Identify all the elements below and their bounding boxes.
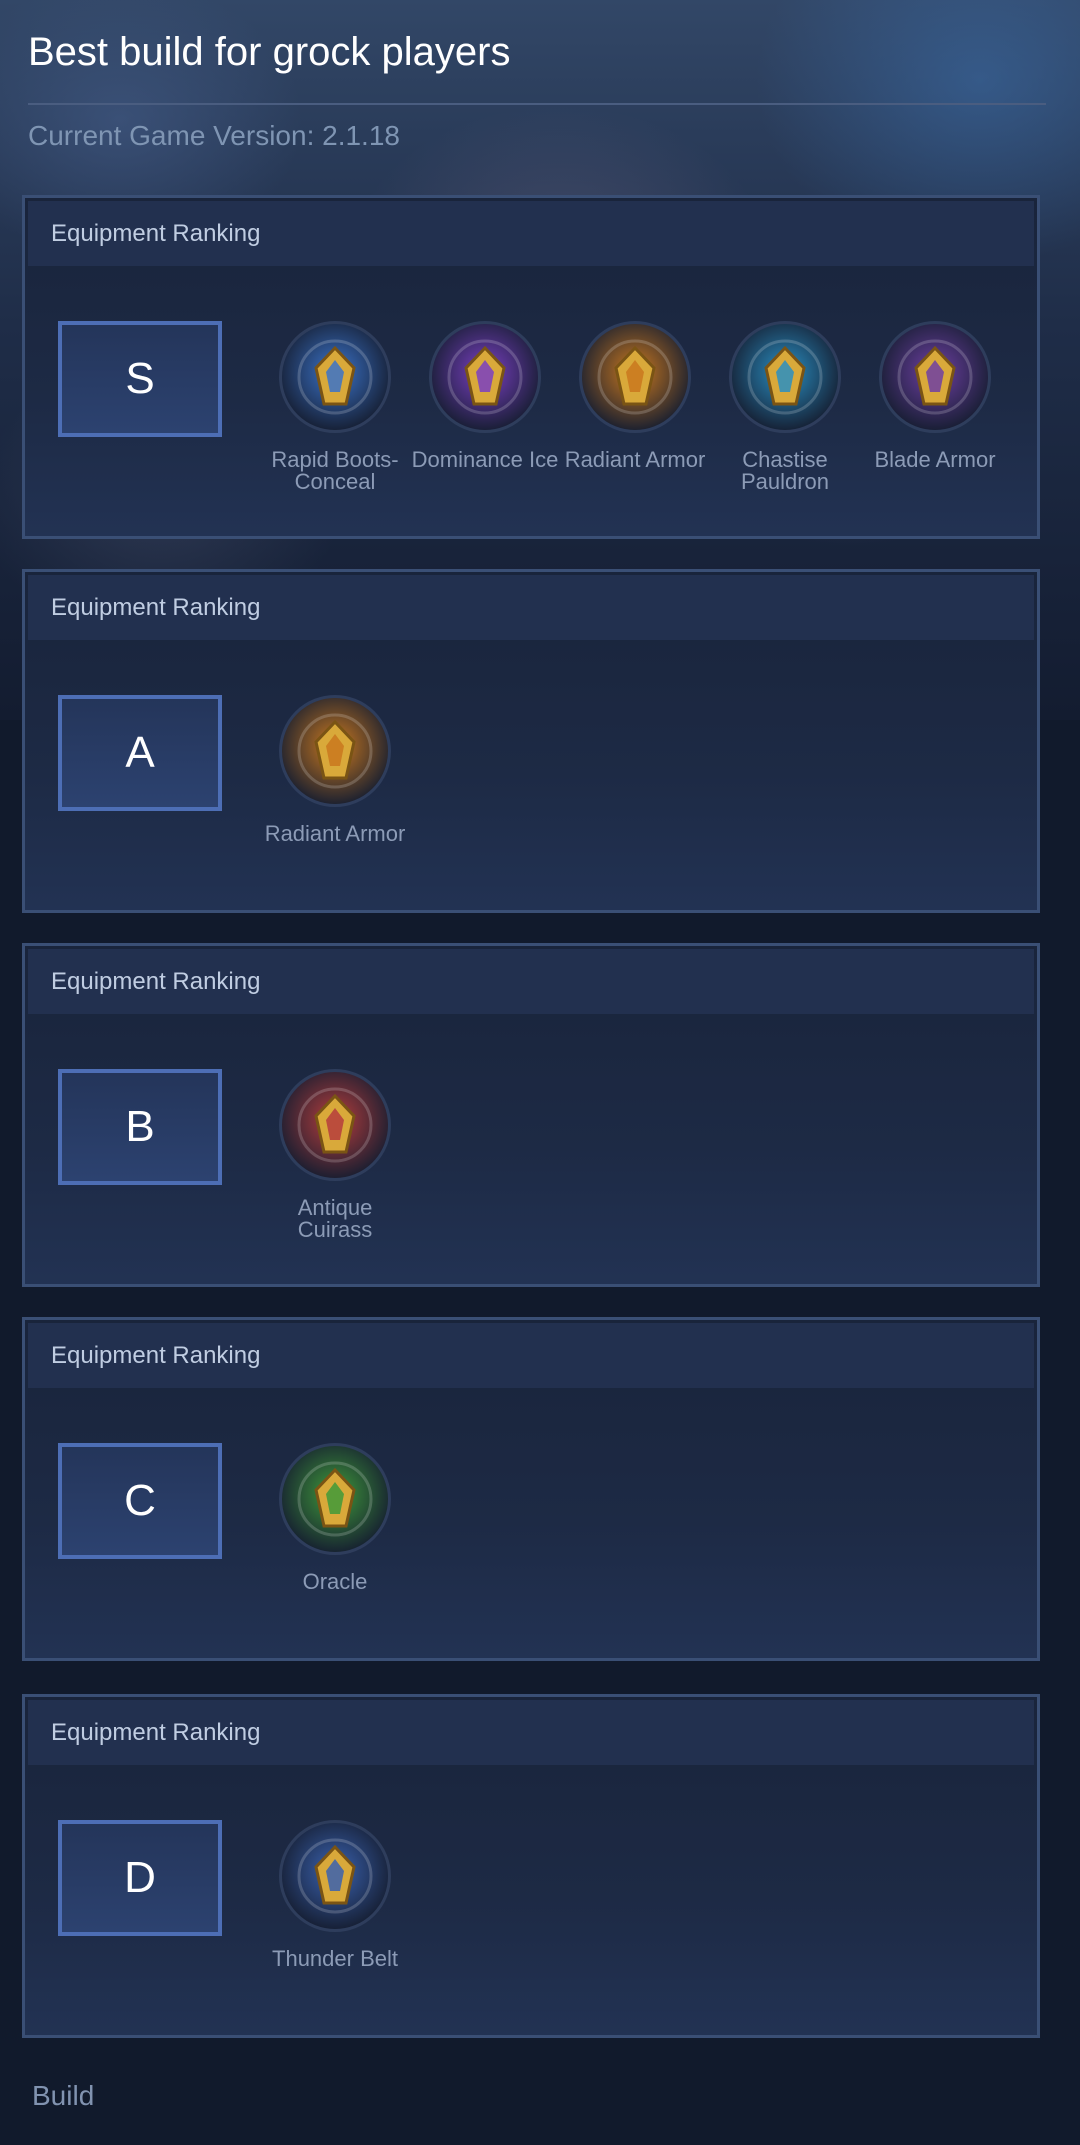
card-header: Equipment Ranking (28, 201, 1034, 266)
equipment-item[interactable]: Radiant Armor (260, 695, 410, 895)
blade-armor-icon[interactable] (879, 321, 991, 433)
tier-badge: S (58, 321, 222, 437)
equipment-item[interactable]: Rapid Boots-Conceal (260, 321, 410, 521)
chastise-pauldron-icon[interactable] (729, 321, 841, 433)
antique-cuirass-icon[interactable] (279, 1069, 391, 1181)
tier-badge: D (58, 1820, 222, 1936)
build-section-label[interactable]: Build (32, 2076, 94, 2116)
equipment-item[interactable]: Dominance Ice (410, 321, 560, 521)
equipment-item[interactable]: Chastise Pauldron (710, 321, 860, 521)
card-header: Equipment Ranking (28, 1700, 1034, 1765)
oracle-icon[interactable] (279, 1443, 391, 1555)
item-name: Oracle (302, 1569, 368, 1594)
item-name: Dominance Ice (411, 447, 559, 472)
item-list: Rapid Boots-Conceal Dominance Ice Radiant … (260, 321, 1010, 521)
item-name: Radiant Armor (264, 821, 406, 846)
equipment-item[interactable]: Radiant Armor (560, 321, 710, 521)
tier-card-s: Equipment Ranking S Rapid Boots-Conceal D… (22, 195, 1040, 539)
item-list: Antique Cuirass (260, 1069, 410, 1269)
tier-card-a: Equipment Ranking A Radiant Armor (22, 569, 1040, 913)
item-name: Radiant Armor (564, 447, 706, 472)
tier-badge: A (58, 695, 222, 811)
page-header: Best build for grock players (28, 24, 1046, 80)
tier-badge: C (58, 1443, 222, 1559)
card-header: Equipment Ranking (28, 949, 1034, 1014)
card-header: Equipment Ranking (28, 1323, 1034, 1388)
tier-card-c: Equipment Ranking C Oracle (22, 1317, 1040, 1661)
item-name: Chastise Pauldron (740, 447, 830, 494)
item-name: Antique Cuirass (297, 1195, 373, 1242)
equipment-item[interactable]: Oracle (260, 1443, 410, 1643)
equipment-item[interactable]: Thunder Belt (260, 1820, 410, 2020)
dominance-ice-icon[interactable] (429, 321, 541, 433)
thunder-belt-icon[interactable] (279, 1820, 391, 1932)
item-list: Oracle (260, 1443, 410, 1643)
item-name: Blade Armor (874, 447, 996, 472)
header-divider (28, 103, 1046, 105)
rapid-boots-icon[interactable] (279, 321, 391, 433)
item-name: Thunder Belt (272, 1946, 398, 1971)
equipment-item[interactable]: Blade Armor (860, 321, 1010, 521)
tier-card-b: Equipment Ranking B Antique Cuirass (22, 943, 1040, 1287)
radiant-armor-icon[interactable] (279, 695, 391, 807)
radiant-armor-icon[interactable] (579, 321, 691, 433)
item-name: Rapid Boots-Conceal (271, 447, 399, 494)
game-version: Current Game Version: 2.1.18 (28, 120, 400, 151)
equipment-item[interactable]: Antique Cuirass (260, 1069, 410, 1269)
tier-badge: B (58, 1069, 222, 1185)
item-list: Radiant Armor (260, 695, 410, 895)
page-title: Best build for grock players (28, 30, 511, 74)
card-header: Equipment Ranking (28, 575, 1034, 640)
tier-card-d: Equipment Ranking D Thunder Belt (22, 1694, 1040, 2038)
item-list: Thunder Belt (260, 1820, 410, 2020)
